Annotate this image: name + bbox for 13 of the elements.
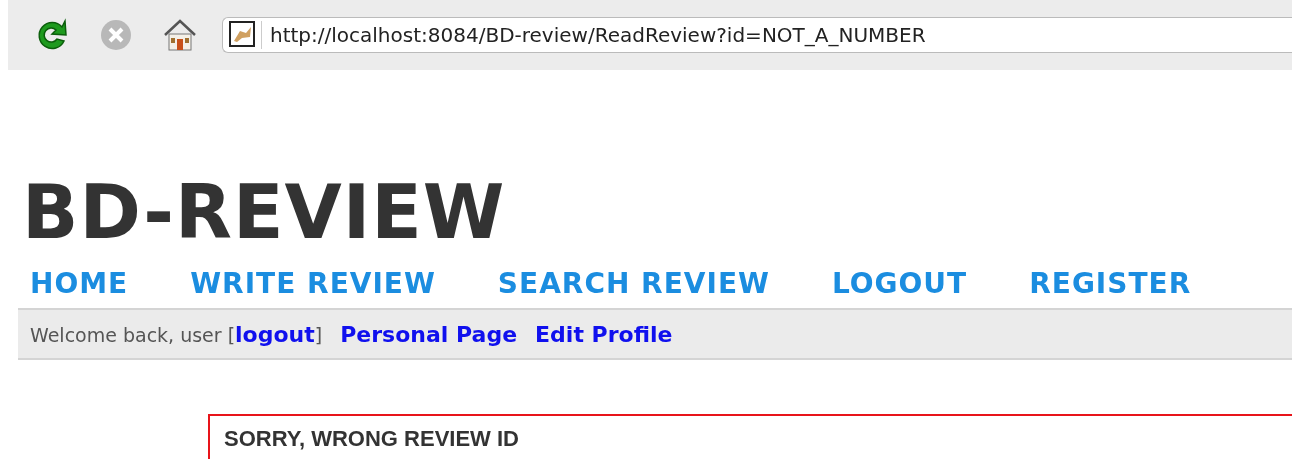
nav-link[interactable]: REGISTER	[1029, 266, 1192, 300]
nav-link[interactable]: SEARCH REVIEW	[497, 266, 770, 300]
profile-link[interactable]: Edit Profile	[535, 321, 673, 347]
nav-link[interactable]: WRITE REVIEW	[190, 266, 436, 300]
welcome-text: Welcome back, user [logout]	[30, 321, 323, 347]
address-bar[interactable]: http://localhost:8084/BD-review/ReadReview?id=NOT_A_NUMBER	[222, 17, 1292, 53]
logout-link[interactable]: logout	[235, 321, 315, 347]
site-title: BD-REVIEW	[22, 174, 507, 250]
profile-link[interactable]: Personal Page	[340, 321, 518, 347]
nav-link[interactable]: HOME	[30, 266, 129, 300]
error-message: SORRY, WRONG REVIEW ID	[224, 426, 519, 451]
nav-link[interactable]: LOGOUT	[831, 266, 968, 300]
site-icon	[229, 21, 262, 49]
